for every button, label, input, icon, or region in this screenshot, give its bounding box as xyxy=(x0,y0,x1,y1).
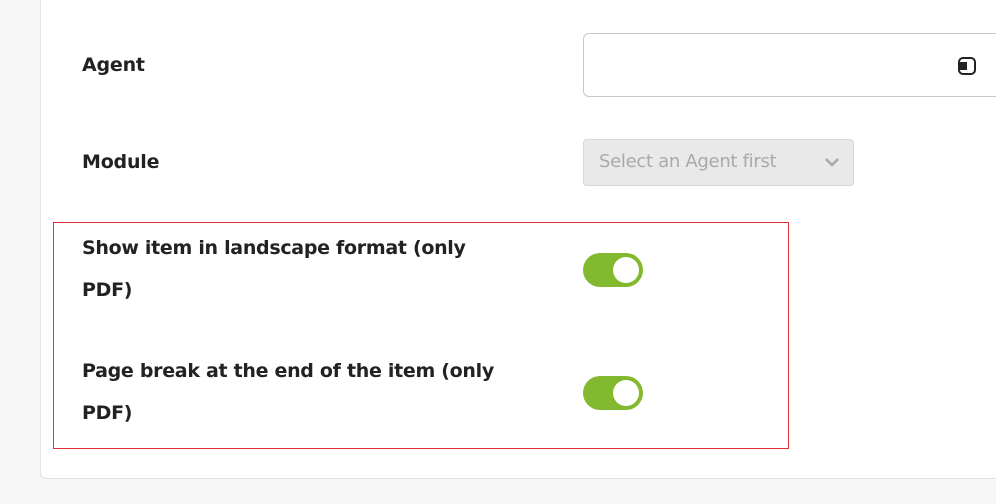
page-break-label-line2: PDF) xyxy=(82,402,133,424)
landscape-label: Show item in landscape format (only PDF) xyxy=(82,227,522,311)
page-break-label: Page break at the end of the item (only … xyxy=(82,350,522,434)
landscape-label-line1: Show item in landscape format (only xyxy=(82,237,466,259)
agent-picker-icon[interactable] xyxy=(956,56,978,76)
page-break-label-line1: Page break at the end of the item (only xyxy=(82,360,494,382)
toggle-knob xyxy=(613,257,639,283)
landscape-label-line2: PDF) xyxy=(82,279,133,301)
module-label: Module xyxy=(82,151,160,173)
page-break-toggle[interactable] xyxy=(583,376,643,410)
agent-field[interactable] xyxy=(583,33,996,98)
chevron-down-icon xyxy=(825,158,839,167)
toggle-knob xyxy=(613,380,639,406)
module-select-placeholder: Select an Agent first xyxy=(599,151,777,172)
agent-label: Agent xyxy=(82,54,145,76)
landscape-toggle[interactable] xyxy=(583,253,643,287)
module-select[interactable]: Select an Agent first xyxy=(583,139,854,186)
agent-input[interactable] xyxy=(584,34,960,98)
